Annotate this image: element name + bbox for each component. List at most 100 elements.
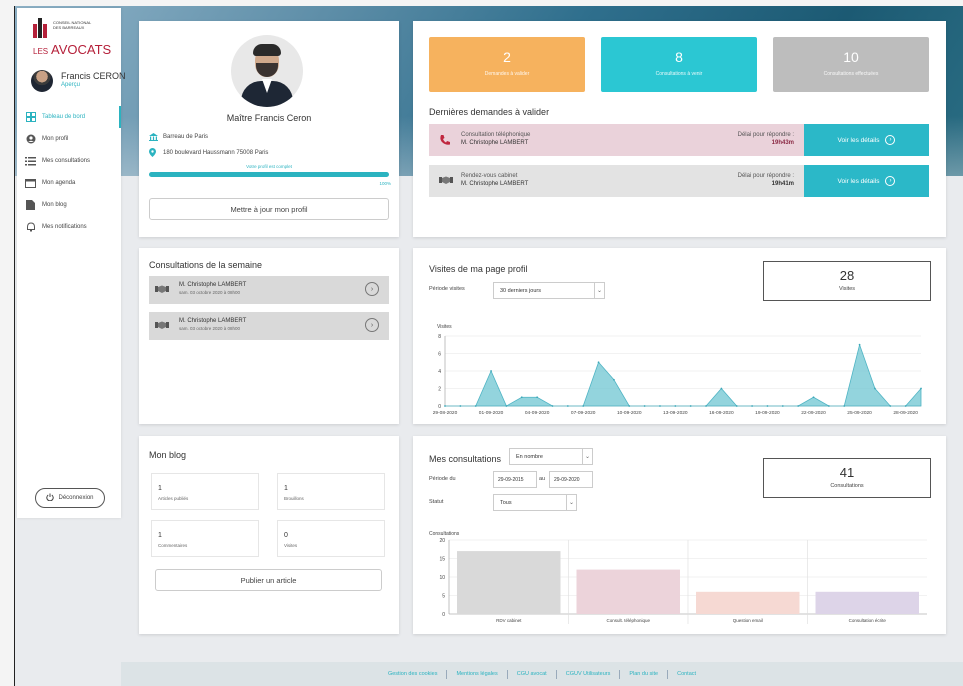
- data-point: [566, 405, 569, 407]
- footer-link[interactable]: Mentions légales: [456, 671, 497, 677]
- data-point: [858, 343, 861, 346]
- blog-stat-drafts: 1 Brouillons: [277, 473, 385, 510]
- sidebar-item-label: Mon profil: [42, 136, 69, 142]
- bar: [576, 569, 680, 614]
- data-point: [674, 405, 677, 407]
- week-date: sam. 03 octobre 2020 à 08h00: [179, 290, 241, 295]
- app-frame: CONSEIL NATIONAL DES BARREAUX LES AVOCAT…: [14, 6, 963, 686]
- arrow-right-icon: ›: [885, 135, 896, 145]
- stat-pending-requests[interactable]: 2 Demandes à valider: [429, 37, 585, 92]
- sidebar-item-consultations[interactable]: Mes consultations: [17, 150, 121, 172]
- request-delay-label: Délai pour répondre :: [737, 173, 794, 179]
- user-summary[interactable]: Francis CERON Aperçu: [27, 68, 126, 96]
- y-tick-label: 0: [438, 404, 441, 410]
- data-point: [444, 405, 446, 407]
- logo[interactable]: CONSEIL NATIONAL DES BARREAUX LES AVOCAT…: [33, 16, 113, 57]
- week-consultations-card: Consultations de la semaine M. Christoph…: [139, 248, 399, 424]
- sidebar-nav: Tableau de bord Mon profil Mes consultat…: [17, 106, 121, 238]
- footer-link[interactable]: Gestion des cookies: [388, 671, 438, 677]
- blog-stat-visits: 0 Visites: [277, 520, 385, 557]
- footer-link[interactable]: Plan du site: [629, 671, 658, 677]
- visits-area-series: [445, 343, 922, 407]
- y-tick-label: 10: [439, 575, 445, 581]
- request-client: M. Christophe LAMBERT: [461, 181, 529, 187]
- sidebar-item-label: Mon blog: [42, 202, 67, 208]
- chevron-right-icon[interactable]: ›: [365, 318, 379, 332]
- data-point: [843, 405, 846, 407]
- y-tick-label: 20: [439, 538, 445, 544]
- data-point: [520, 396, 523, 399]
- sidebar-item-notifications[interactable]: Mes notifications: [17, 216, 121, 238]
- data-point: [904, 405, 907, 407]
- sidebar-item-agenda[interactable]: Mon agenda: [17, 172, 121, 194]
- week-client: M. Christophe LAMBERT: [179, 318, 247, 324]
- stat-value: 10: [843, 49, 859, 65]
- sidebar: CONSEIL NATIONAL DES BARREAUX LES AVOCAT…: [17, 8, 126, 518]
- avatar: [31, 70, 53, 92]
- week-consultation-item[interactable]: M. Christophe LAMBERT sam. 03 octobre 20…: [149, 312, 389, 340]
- update-profile-button[interactable]: Mettre à jour mon profil: [149, 198, 389, 220]
- chevron-right-icon[interactable]: ›: [365, 282, 379, 296]
- request-row: Rendez-vous cabinet M. Christophe LAMBER…: [429, 165, 929, 197]
- data-point: [459, 405, 462, 407]
- sidebar-item-label: Mon agenda: [42, 180, 76, 186]
- request-client: M. Christophe LAMBERT: [461, 140, 529, 146]
- user-icon: [25, 134, 36, 145]
- logo-org: CONSEIL NATIONAL DES BARREAUX: [53, 20, 92, 30]
- x-tick-label: RDV cabinet: [496, 618, 522, 623]
- view-details-button[interactable]: Voir les détails ›: [804, 165, 929, 197]
- publish-article-button[interactable]: Publier un article: [155, 569, 382, 591]
- logout-button[interactable]: Déconnexion: [35, 488, 105, 508]
- data-point: [689, 405, 692, 407]
- y-axis-label: Consultations: [429, 531, 460, 537]
- requests-title: Dernières demandes à valider: [429, 107, 550, 117]
- user-preview-link[interactable]: Aperçu: [61, 82, 80, 88]
- sidebar-item-blog[interactable]: Mon blog: [17, 194, 121, 216]
- stat-label: Consultations effectuées: [823, 71, 879, 77]
- footer-link[interactable]: CGU avocat: [517, 671, 547, 677]
- data-point: [613, 378, 615, 381]
- x-tick-label: 10-09-2020: [617, 410, 642, 416]
- handshake-icon: [155, 284, 169, 296]
- calendar-icon: [25, 178, 36, 189]
- footer-separator: [506, 669, 508, 679]
- request-delay-label: Délai pour répondre :: [737, 132, 794, 138]
- bar: [815, 591, 919, 614]
- profile-photo: [231, 35, 303, 107]
- stat-value: 2: [503, 49, 511, 65]
- logo-mark-icon: [33, 18, 47, 38]
- y-tick-label: 15: [439, 557, 445, 563]
- y-tick-label: 4: [438, 369, 441, 375]
- data-point: [766, 405, 769, 407]
- request-delay: 19h41m: [771, 181, 794, 187]
- footer: Gestion des cookies Mentions légales CGU a…: [121, 662, 963, 686]
- x-tick-label: 07-09-2020: [571, 410, 596, 416]
- request-row: Consultation téléphonique M. Christophe …: [429, 124, 929, 156]
- request-type: Rendez-vous cabinet: [461, 173, 518, 179]
- stat-upcoming-consultations[interactable]: 8 Consultations à venir: [601, 37, 757, 92]
- profile-card: Maître Francis Ceron Barreau de Paris 18…: [139, 21, 399, 237]
- footer-link[interactable]: CGUV Utilisateurs: [566, 671, 611, 677]
- data-point: [827, 405, 830, 407]
- bar: [457, 551, 561, 614]
- request-type: Consultation téléphonique: [461, 132, 531, 138]
- courthouse-icon: [149, 133, 158, 141]
- stat-value: 8: [675, 49, 683, 65]
- bell-icon: [25, 222, 36, 233]
- x-tick-label: 25-09-2020: [847, 410, 872, 416]
- stat-completed-consultations[interactable]: 10 Consultations effectuées: [773, 37, 929, 92]
- data-point: [889, 405, 892, 407]
- sidebar-item-dashboard[interactable]: Tableau de bord: [17, 106, 121, 128]
- dashboard-icon: [25, 112, 36, 123]
- footer-separator: [667, 669, 669, 679]
- x-tick-label: Consult. téléphonique: [606, 618, 650, 623]
- list-icon: [25, 156, 36, 167]
- week-date: sam. 03 octobre 2020 à 08h00: [179, 326, 241, 331]
- view-details-button[interactable]: Voir les détails ›: [804, 124, 929, 156]
- blog-stat-published: 1 Articles publiés: [151, 473, 259, 510]
- week-consultation-item[interactable]: M. Christophe LAMBERT sam. 03 octobre 20…: [149, 276, 389, 304]
- data-point: [920, 387, 922, 390]
- y-tick-label: 0: [442, 612, 445, 618]
- sidebar-item-profile[interactable]: Mon profil: [17, 128, 121, 150]
- footer-link[interactable]: Contact: [677, 671, 696, 677]
